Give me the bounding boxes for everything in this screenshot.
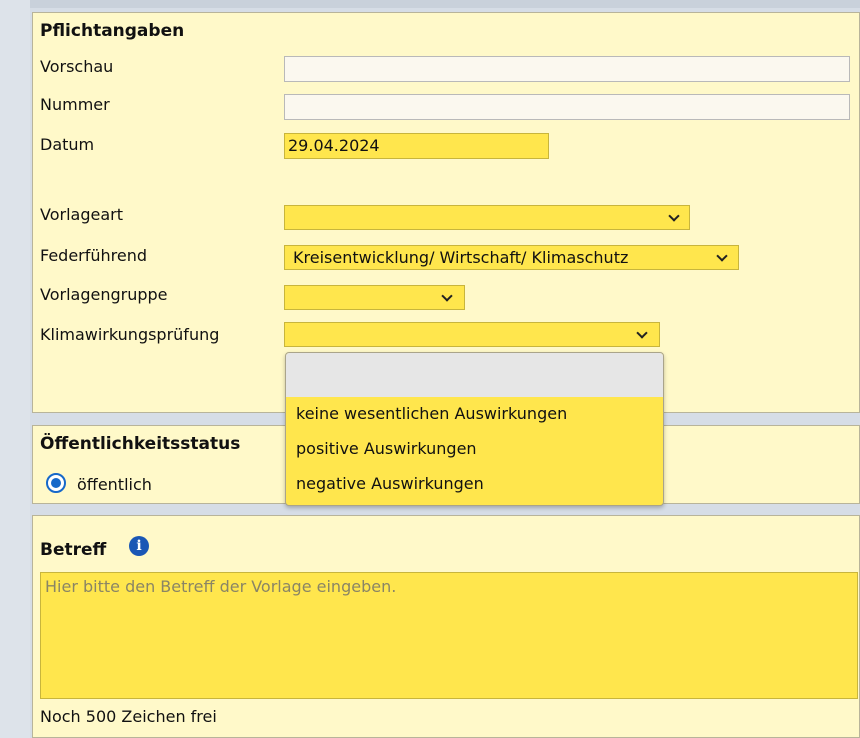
pflichtangaben-legend: Pflichtangaben bbox=[40, 21, 185, 41]
oeffentlich-radio[interactable] bbox=[46, 473, 66, 493]
vorlagengruppe-label: Vorlagengruppe bbox=[40, 285, 168, 304]
betreff-textarea[interactable]: Hier bitte den Betreff der Vorlage einge… bbox=[40, 572, 858, 699]
left-margin bbox=[0, 0, 30, 738]
klimawirkung-select[interactable] bbox=[284, 322, 660, 347]
char-counter: Noch 500 Zeichen frei bbox=[40, 707, 217, 726]
top-edge bbox=[30, 0, 860, 8]
nummer-field bbox=[284, 94, 850, 120]
datum-input[interactable]: 29.04.2024 bbox=[284, 133, 549, 159]
chevron-down-icon bbox=[668, 210, 680, 222]
chevron-down-icon bbox=[716, 250, 728, 262]
dropdown-option-positive[interactable]: positive Auswirkungen bbox=[296, 439, 477, 458]
federfuehrend-label: Federführend bbox=[40, 246, 148, 265]
info-icon[interactable]: i bbox=[129, 536, 149, 556]
dropdown-option-keine[interactable]: keine wesentlichen Auswirkungen bbox=[296, 404, 567, 423]
oeffentlich-label[interactable]: öffentlich bbox=[77, 475, 152, 494]
vorschau-field bbox=[284, 56, 850, 82]
vorlagengruppe-select[interactable] bbox=[284, 285, 465, 310]
dropdown-option-empty[interactable] bbox=[286, 353, 663, 397]
betreff-placeholder: Hier bitte den Betreff der Vorlage einge… bbox=[45, 577, 397, 596]
vorlageart-label: Vorlageart bbox=[40, 205, 123, 224]
vorschau-label: Vorschau bbox=[40, 57, 114, 76]
dropdown-option-negative[interactable]: negative Auswirkungen bbox=[296, 474, 484, 493]
betreff-legend: Betreff bbox=[40, 540, 107, 560]
vorlageart-select[interactable] bbox=[284, 205, 690, 230]
klimawirkung-dropdown-list: keine wesentlichen Auswirkungen positive… bbox=[285, 352, 664, 506]
chevron-down-icon bbox=[636, 327, 648, 339]
chevron-down-icon bbox=[441, 290, 453, 302]
federfuehrend-select[interactable]: Kreisentwicklung/ Wirtschaft/ Klimaschut… bbox=[284, 245, 739, 270]
datum-label: Datum bbox=[40, 135, 95, 154]
nummer-label: Nummer bbox=[40, 95, 110, 114]
oeffentlichkeit-legend: Öffentlichkeitsstatus bbox=[40, 434, 241, 454]
klimawirkung-label: Klimawirkungsprüfung bbox=[40, 325, 220, 344]
datum-value: 29.04.2024 bbox=[288, 136, 380, 155]
federfuehrend-value: Kreisentwicklung/ Wirtschaft/ Klimaschut… bbox=[293, 248, 629, 267]
radio-selected-dot bbox=[51, 478, 61, 488]
